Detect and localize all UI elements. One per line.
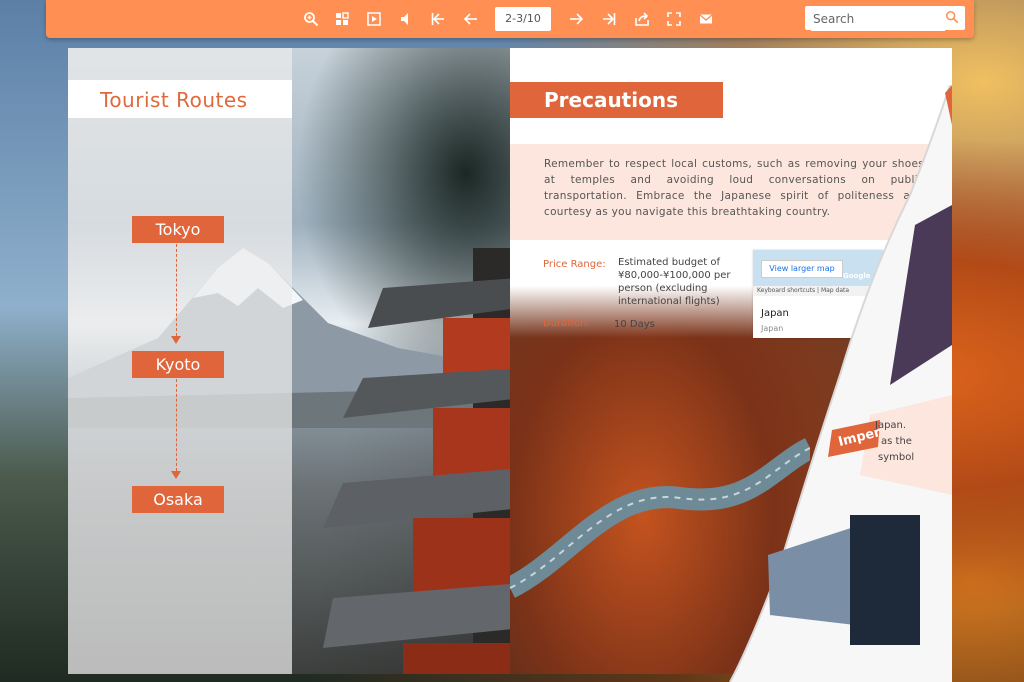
arrow-right-icon[interactable] [565,8,587,30]
zoom-in-icon[interactable] [300,8,322,30]
route-arrow [176,244,177,336]
first-page-icon[interactable] [427,8,449,30]
next-page-text: as the [881,436,912,447]
last-page-icon[interactable] [598,8,620,30]
fullscreen-icon[interactable] [663,8,685,30]
route-arrow [176,379,177,471]
flipbook-toolbar: 2-3/10 [46,0,974,38]
next-page-text: symbol [878,452,915,463]
share-icon[interactable] [631,8,653,30]
page-title: Tourist Routes [100,88,248,112]
search-box [805,6,965,31]
grid-icon[interactable] [331,8,353,30]
mail-icon[interactable] [695,8,717,30]
duration-value: 10 Days [614,319,655,330]
arrow-down-icon [171,336,181,344]
play-icon[interactable] [363,8,385,30]
speaker-icon[interactable] [395,8,417,30]
page-indicator[interactable]: 2-3/10 [495,7,551,31]
arrow-left-icon[interactable] [460,8,482,30]
price-label: Price Range: [543,259,606,270]
left-page[interactable]: Tourist Routes Tokyo Kyoto Osaka [68,48,510,674]
search-icon[interactable] [945,10,959,24]
route-stop-osaka: Osaka [132,486,224,513]
page-title: Precautions [544,88,678,112]
route-stop-tokyo: Tokyo [132,216,224,243]
page-curl[interactable] [720,85,952,682]
pagoda-image [323,248,510,674]
route-stop-kyoto: Kyoto [132,351,224,378]
arrow-down-icon [171,471,181,479]
search-input[interactable] [811,7,945,31]
duration-label: Duration: [543,318,590,329]
